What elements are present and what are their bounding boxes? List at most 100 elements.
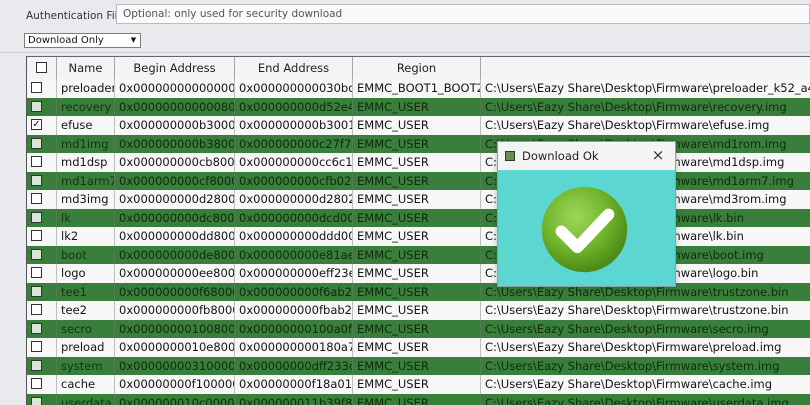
header-region[interactable]: Region [353, 57, 481, 79]
row-checkbox[interactable] [31, 174, 42, 186]
table-row[interactable]: system0x00000000310000000x00000000dff233… [27, 356, 810, 375]
table-row[interactable]: secro0x00000000100800000x00000000100a0ff… [27, 319, 810, 338]
region: EMMC_USER [353, 356, 481, 375]
row-checkbox[interactable] [31, 396, 42, 405]
row-checkbox[interactable]: ✓ [31, 119, 42, 130]
header-end-address[interactable]: End Address [235, 57, 353, 79]
file-path: C:\Users\Eazy Share\Desktop\Firmware\cac… [481, 375, 810, 394]
select-all-checkbox[interactable] [36, 62, 47, 73]
partition-name: preloader [57, 79, 115, 98]
header-check-column[interactable] [27, 57, 57, 79]
partition-name: recovery [57, 97, 115, 116]
header-name[interactable]: Name [57, 57, 115, 79]
begin-address: 0x000000000fb80000 [115, 301, 235, 320]
header-file[interactable] [481, 57, 810, 79]
table-row[interactable]: md3img0x000000000d2800000x000000000d2802… [27, 190, 810, 209]
table-row[interactable]: userdata0x000000010c0000000x000000011b39… [27, 393, 810, 405]
row-checkbox[interactable] [31, 304, 42, 315]
row-checkbox[interactable] [31, 82, 42, 93]
partition-name: tee2 [57, 301, 115, 320]
dialog-title: Download Ok [522, 149, 599, 163]
table-row[interactable]: md1arm7 0x000000000cf80000 0x000000000cfb0… [27, 171, 810, 190]
region: EMMC_USER [353, 319, 481, 338]
region: EMMC_USER [353, 153, 481, 172]
table-row[interactable]: tee1 0x000000000f680000 0x000000000f6ab29f… [27, 282, 810, 301]
begin-address: 0x00000000f1000000 [115, 375, 235, 394]
authentication-file-input[interactable]: Optional: only used for security downloa… [116, 4, 810, 24]
region: EMMC_USER [353, 97, 481, 116]
row-checkbox[interactable] [31, 211, 42, 223]
partition-name: md1arm7 [57, 171, 115, 190]
green-checkmark-icon [541, 186, 628, 273]
row-checkbox[interactable] [31, 193, 42, 204]
begin-address: 0x0000000010e80000 [115, 338, 235, 357]
table-row[interactable]: lk0x000000000dc800000x000000000dcd00afEM… [27, 208, 810, 227]
table-row[interactable]: tee2 0x000000000fb80000 0x000000000fbab29f… [27, 301, 810, 320]
close-icon[interactable]: × [649, 146, 667, 164]
table-row[interactable]: preload0x0000000010e800000x000000000180a… [27, 338, 810, 357]
row-checkbox[interactable] [31, 378, 42, 389]
table-row[interactable]: md1img0x000000000b3800000x000000000c27f7… [27, 134, 810, 153]
table-row[interactable]: logo0x000000000ee800000x000000000eff23ef… [27, 264, 810, 283]
region: EMMC_USER [353, 190, 481, 209]
region: EMMC_USER [353, 208, 481, 227]
partition-name: boot [57, 245, 115, 264]
end-address: 0x00000000dff233cf [235, 356, 353, 375]
end-address: 0x000000000030bd3 [235, 79, 353, 98]
table-row[interactable]: lk20x000000000dd800000x000000000ddd00afE… [27, 227, 810, 246]
row-checkbox[interactable] [31, 359, 42, 371]
table-row[interactable]: preloader0x00000000000000000x00000000003… [27, 79, 810, 98]
authentication-file-label: Authentication File [26, 10, 124, 22]
region: EMMC_USER [353, 227, 481, 246]
row-check-cell [27, 264, 57, 283]
file-path: C:\Users\Eazy Share\Desktop\Firmware\pre… [481, 338, 810, 357]
end-address: 0x000000000c27f73f [235, 134, 353, 153]
row-checkbox[interactable] [31, 230, 42, 241]
partition-name: md1dsp [57, 153, 115, 172]
end-address: 0x000000000d28020f [235, 190, 353, 209]
row-check-cell [27, 171, 57, 190]
row-checkbox[interactable] [31, 341, 42, 352]
header-begin-address[interactable]: Begin Address [115, 57, 235, 79]
row-checkbox[interactable] [31, 267, 42, 278]
end-address: 0x000000000eff23ef [235, 264, 353, 283]
row-checkbox[interactable] [31, 156, 42, 167]
partition-name: secro [57, 319, 115, 338]
row-check-cell [27, 227, 57, 246]
row-check-cell [27, 319, 57, 338]
row-check-cell [27, 245, 57, 264]
begin-address: 0x000000000d280000 [115, 190, 235, 209]
row-check-cell [27, 375, 57, 394]
row-checkbox[interactable] [31, 285, 42, 297]
dialog-titlebar: Download Ok × [498, 142, 675, 170]
partition-name: tee1 [57, 282, 115, 301]
end-address: 0x00000000100a0fff [235, 319, 353, 338]
table-row[interactable]: boot0x000000000de800000x000000000e81ae4f… [27, 245, 810, 264]
table-row[interactable]: recovery0x00000000000080000x000000000d52… [27, 97, 810, 116]
row-checkbox[interactable] [31, 248, 42, 260]
partition-name: md1img [57, 134, 115, 153]
partition-name: userdata [57, 393, 115, 405]
file-path: C:\Users\Eazy Share\Desktop\Firmware\sys… [481, 356, 810, 375]
row-check-cell [27, 97, 57, 116]
begin-address: 0x000000000dc80000 [115, 208, 235, 227]
table-row[interactable]: md1dsp0x000000000cb800000x000000000cc6c1… [27, 153, 810, 172]
table-row[interactable]: cache 0x00000000f1000000 0x00000000f18a012… [27, 375, 810, 394]
partition-name: lk2 [57, 227, 115, 246]
download-mode-select[interactable]: Download Only ▼ [24, 33, 141, 48]
row-check-cell [27, 393, 57, 405]
authentication-row: Authentication File Optional: only used … [0, 0, 810, 30]
table-row[interactable]: ✓ efuse0x000000000b3000000x000000000b3001… [27, 116, 810, 135]
end-address: 0x000000000cc6c12f [235, 153, 353, 172]
end-address: 0x000000000180a71fb [235, 338, 353, 357]
row-checkbox[interactable] [31, 322, 42, 334]
flash-tool-window: Authentication File Optional: only used … [0, 0, 810, 405]
region: EMMC_USER [353, 393, 481, 405]
region: EMMC_USER [353, 301, 481, 320]
row-check-cell [27, 282, 57, 301]
row-check-cell [27, 190, 57, 209]
row-check-cell: ✓ [27, 116, 57, 135]
row-checkbox[interactable] [31, 100, 42, 112]
row-checkbox[interactable] [31, 137, 42, 149]
end-address: 0x000000000b3001ff [235, 116, 353, 135]
